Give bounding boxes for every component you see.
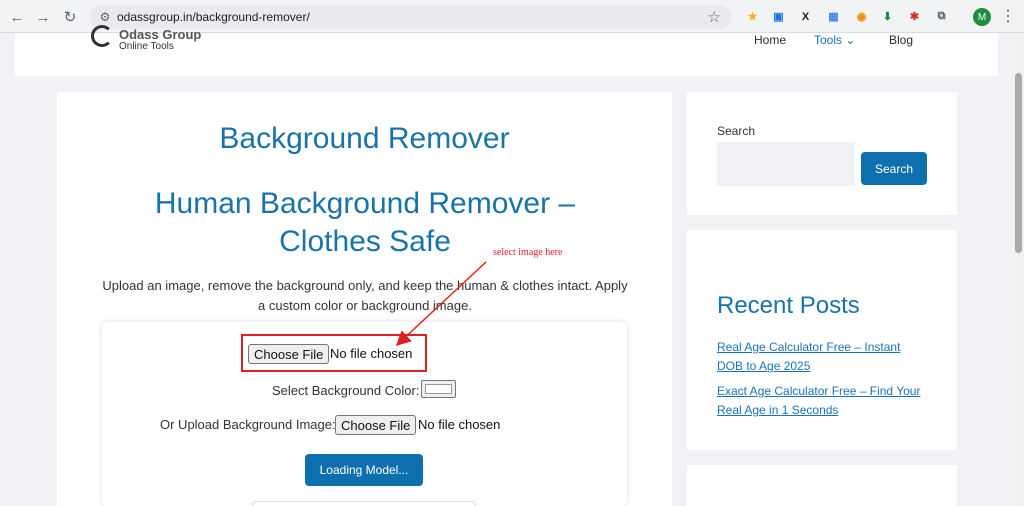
search-label: Search xyxy=(717,124,756,138)
scrollbar-thumb[interactable] xyxy=(1015,73,1022,253)
recent-post-link[interactable]: Real Age Calculator Free – Instant DOB t… xyxy=(717,338,927,376)
annotation-highlight-box xyxy=(241,334,427,372)
search-button[interactable]: Search xyxy=(861,152,927,185)
site-header: Odass Group Online Tools Home Tools ⌄ Bl… xyxy=(15,25,998,76)
annotation-text: select image here xyxy=(493,247,563,258)
bg-choose-file-button[interactable]: Choose File xyxy=(335,415,417,435)
bg-color-label: Select Background Color: xyxy=(272,383,420,398)
search-input[interactable] xyxy=(717,142,855,186)
color-swatch xyxy=(425,384,452,394)
bookmark-star-icon[interactable]: ☆ xyxy=(708,8,721,26)
ext-x-icon[interactable]: X xyxy=(797,8,814,25)
bg-file-status: No file chosen xyxy=(418,417,501,432)
url-text: odassgroup.in/background-remover/ xyxy=(117,10,310,24)
ext-yellow-icon[interactable]: ★ xyxy=(744,8,761,25)
nav-tools[interactable]: Tools ⌄ xyxy=(814,33,855,47)
logo-title[interactable]: Odass Group xyxy=(119,27,201,42)
back-arrow-icon[interactable]: ← xyxy=(6,6,28,28)
recent-posts-title: Recent Posts xyxy=(717,292,860,319)
bg-image-label: Or Upload Background Image: xyxy=(160,417,336,432)
page-title: Background Remover xyxy=(219,122,510,155)
site-settings-icon[interactable]: ⚙ xyxy=(97,9,113,25)
ext-orange-icon[interactable]: ◉ xyxy=(853,8,870,25)
nav-home[interactable]: Home xyxy=(754,33,786,47)
address-bar[interactable]: ⚙ odassgroup.in/background-remover/ ☆ xyxy=(89,5,731,29)
loading-model-button[interactable]: Loading Model... xyxy=(305,454,423,486)
ext-red-icon[interactable]: ✱ xyxy=(906,8,923,25)
ext-image-icon[interactable]: ▦ xyxy=(825,8,842,25)
bg-color-picker[interactable] xyxy=(421,380,456,398)
page-scrollbar[interactable] xyxy=(1013,33,1024,506)
browser-menu-icon[interactable]: ⋮ xyxy=(1000,6,1016,26)
sidebar-card xyxy=(687,465,957,506)
ext-puzzle-icon[interactable]: ⧉ xyxy=(933,8,950,25)
profile-avatar[interactable]: M xyxy=(973,8,991,26)
reload-icon[interactable]: ↻ xyxy=(59,6,81,28)
forward-arrow-icon[interactable]: → xyxy=(32,6,54,28)
recent-post-link[interactable]: Exact Age Calculator Free – Find Your Re… xyxy=(717,382,927,420)
nav-blog[interactable]: Blog xyxy=(889,33,913,47)
result-container xyxy=(252,501,476,506)
logo-subtitle: Online Tools xyxy=(119,41,174,52)
ext-blue-square-icon[interactable]: ▣ xyxy=(770,8,787,25)
ext-green-arrow-icon[interactable]: ⬇ xyxy=(879,8,896,25)
page-description: Upload an image, remove the background o… xyxy=(102,278,628,313)
logo-icon[interactable] xyxy=(91,25,113,47)
